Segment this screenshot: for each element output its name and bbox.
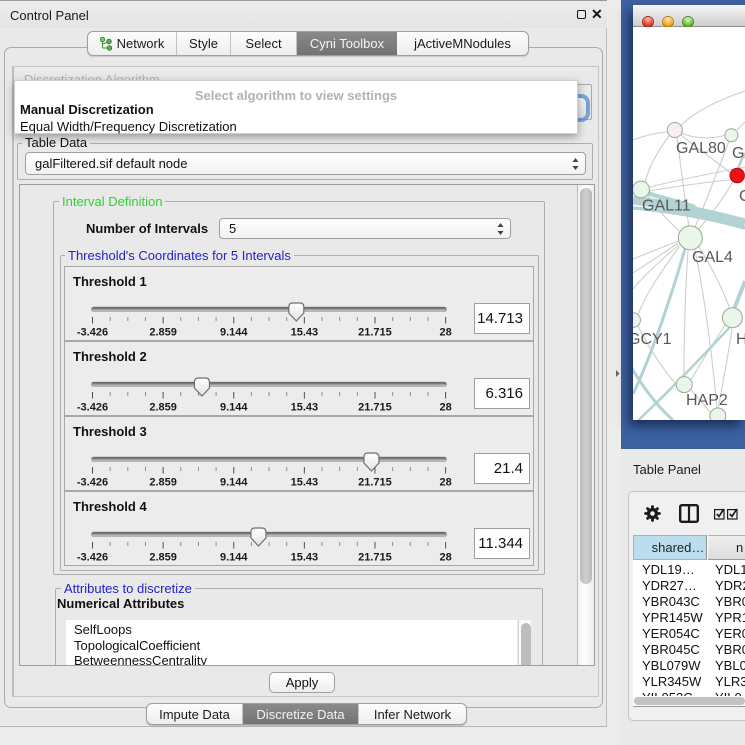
svg-text:21.715: 21.715 xyxy=(358,552,392,564)
svg-text:28: 28 xyxy=(439,327,451,339)
svg-text:H: H xyxy=(736,331,745,348)
svg-text:2.859: 2.859 xyxy=(149,327,177,339)
svg-text:-3.426: -3.426 xyxy=(77,477,108,489)
svg-text:21.715: 21.715 xyxy=(358,327,392,339)
svg-text:28: 28 xyxy=(439,552,451,564)
svg-text:2.859: 2.859 xyxy=(149,402,177,414)
svg-text:-3.426: -3.426 xyxy=(77,552,108,564)
svg-text:GAL4: GAL4 xyxy=(692,249,733,266)
svg-text:GA: GA xyxy=(732,145,745,162)
svg-text:HAP2: HAP2 xyxy=(686,392,728,409)
svg-text:9.144: 9.144 xyxy=(220,327,248,339)
svg-text:28: 28 xyxy=(439,402,451,414)
svg-text:C: C xyxy=(739,188,745,205)
svg-text:15.43: 15.43 xyxy=(291,402,319,414)
svg-text:15.43: 15.43 xyxy=(291,552,319,564)
svg-text:15.43: 15.43 xyxy=(291,477,319,489)
svg-text:GAL80: GAL80 xyxy=(676,140,726,157)
svg-text:2.859: 2.859 xyxy=(149,552,177,564)
svg-text:GCY1: GCY1 xyxy=(633,331,672,348)
svg-text:9.144: 9.144 xyxy=(220,477,248,489)
svg-text:21.715: 21.715 xyxy=(358,477,392,489)
svg-text:-3.426: -3.426 xyxy=(77,402,108,414)
svg-text:9.144: 9.144 xyxy=(220,402,248,414)
svg-text:15.43: 15.43 xyxy=(291,327,319,339)
svg-text:21.715: 21.715 xyxy=(358,402,392,414)
svg-text:2.859: 2.859 xyxy=(149,477,177,489)
svg-text:-3.426: -3.426 xyxy=(77,327,108,339)
svg-text:9.144: 9.144 xyxy=(220,552,248,564)
svg-text:GAL11: GAL11 xyxy=(642,198,691,215)
svg-text:28: 28 xyxy=(439,477,451,489)
